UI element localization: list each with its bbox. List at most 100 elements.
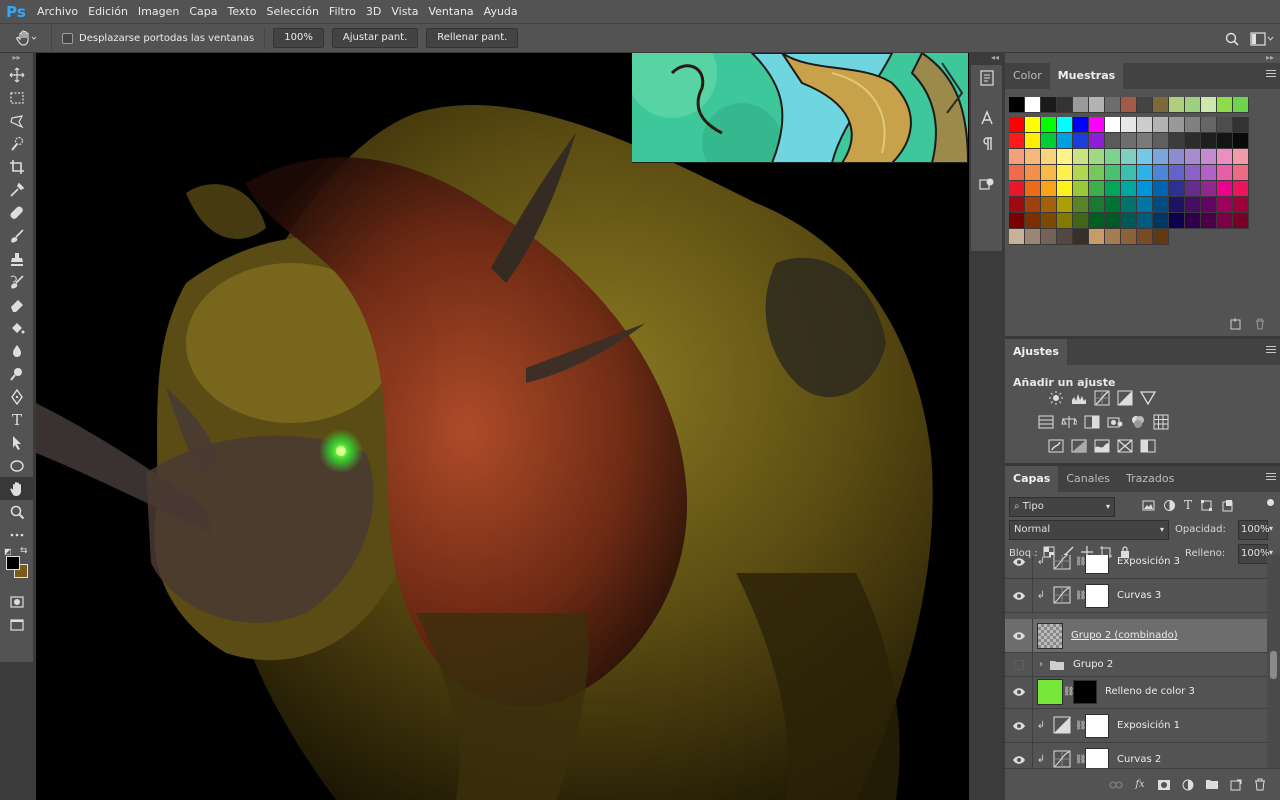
menu-archivo[interactable]: Archivo (32, 0, 83, 23)
posterize-icon[interactable] (1068, 437, 1089, 455)
zoom-100-button[interactable]: 100% (273, 28, 324, 48)
levels-icon[interactable] (1068, 389, 1089, 407)
color-swatch[interactable] (1057, 117, 1073, 133)
color-swatch[interactable] (1057, 165, 1073, 181)
color-swatch[interactable] (1041, 213, 1057, 229)
color-swatch[interactable] (1009, 197, 1025, 213)
filter-pixel-icon[interactable] (1142, 499, 1155, 512)
layer-mask[interactable] (1073, 679, 1097, 704)
crop-icon[interactable] (0, 155, 34, 178)
color-swatch[interactable] (1233, 117, 1249, 133)
trash-icon[interactable] (1254, 318, 1266, 330)
color-swatch[interactable] (1137, 133, 1153, 149)
color-swatch[interactable] (1153, 117, 1169, 133)
panel-menu-icon[interactable] (1266, 70, 1276, 80)
color-swatch[interactable] (1201, 133, 1217, 149)
color-swatch[interactable] (1073, 149, 1089, 165)
color-swatch[interactable] (1025, 133, 1041, 149)
color-swatch[interactable] (1009, 97, 1025, 113)
color-swatch[interactable] (1041, 149, 1057, 165)
color-swatch[interactable] (1153, 229, 1169, 245)
swap-colors-icon[interactable]: ⇆ (20, 546, 28, 556)
color-swatch[interactable] (1169, 165, 1185, 181)
color-swatch[interactable] (1137, 97, 1153, 113)
color-swatch[interactable] (1153, 213, 1169, 229)
color-swatch[interactable] (1153, 133, 1169, 149)
panel-menu-icon[interactable] (1266, 473, 1276, 483)
properties-panel-icon[interactable] (971, 171, 1002, 197)
marquee-icon[interactable] (0, 86, 34, 109)
color-swatch[interactable] (1169, 213, 1185, 229)
color-swatch[interactable] (1169, 181, 1185, 197)
color-swatch[interactable] (1185, 181, 1201, 197)
panel-menu-icon[interactable] (1266, 346, 1276, 356)
move-icon[interactable] (0, 63, 34, 86)
color-swatch[interactable] (1185, 165, 1201, 181)
paragraph-panel-icon[interactable] (971, 131, 1002, 157)
color-swatch[interactable] (1121, 197, 1137, 213)
folder-icon[interactable] (1200, 775, 1224, 795)
color-swatch[interactable] (1089, 149, 1105, 165)
color-swatch[interactable] (1025, 117, 1041, 133)
visibility-eye-icon[interactable] (1005, 674, 1033, 709)
history-brush-icon[interactable] (0, 270, 34, 293)
menu-capa[interactable]: Capa (184, 0, 222, 23)
search-icon[interactable] (1220, 27, 1244, 51)
brush-icon[interactable] (0, 224, 34, 247)
visibility-empty[interactable] (1005, 652, 1033, 677)
color-swatch[interactable] (1105, 133, 1121, 149)
default-colors-icon[interactable]: ◩ (4, 547, 12, 556)
color-swatch[interactable] (1137, 117, 1153, 133)
channel-mixer-icon[interactable] (1127, 413, 1148, 431)
color-swatch[interactable] (1025, 229, 1041, 245)
color-swatch[interactable] (1009, 165, 1025, 181)
type-icon[interactable]: T (0, 408, 34, 431)
panel-collapse-right-icon[interactable]: ▸▸ (1266, 53, 1274, 63)
color-swatch[interactable] (1233, 97, 1249, 113)
exposure-icon[interactable] (1114, 389, 1135, 407)
color-swatch[interactable] (1217, 133, 1233, 149)
visibility-eye-icon[interactable] (1005, 555, 1033, 579)
color-swatch[interactable] (1217, 181, 1233, 197)
color-swatch[interactable] (1153, 181, 1169, 197)
pen-icon[interactable] (0, 385, 34, 408)
color-swatch[interactable] (1057, 229, 1073, 245)
color-swatch[interactable] (1105, 229, 1121, 245)
color-swatch[interactable] (1089, 97, 1105, 113)
color-lookup-icon[interactable] (1150, 413, 1171, 431)
color-swatch[interactable] (1201, 165, 1217, 181)
layer-row[interactable]: ↲ ⛓ Exposición 3 (1005, 555, 1267, 579)
threshold-icon[interactable] (1091, 437, 1112, 455)
panel-collapse-icon[interactable]: ◂◂ (991, 53, 999, 62)
color-swatch[interactable] (1233, 197, 1249, 213)
layer-row[interactable]: ↲ ⛓ Curvas 3 (1005, 578, 1267, 613)
opacity-input[interactable]: 100% (1238, 520, 1270, 540)
menu-ventana[interactable]: Ventana (423, 0, 478, 23)
color-swatch[interactable] (1089, 213, 1105, 229)
color-swatch[interactable] (1217, 97, 1233, 113)
color-swatch[interactable] (1121, 213, 1137, 229)
more-tools-icon[interactable] (0, 523, 34, 546)
color-swatch[interactable] (1105, 165, 1121, 181)
color-swatch[interactable] (1041, 165, 1057, 181)
color-swatch[interactable] (1153, 149, 1169, 165)
color-swatch[interactable] (1009, 133, 1025, 149)
color-swatch[interactable] (1233, 149, 1249, 165)
menu-texto[interactable]: Texto (223, 0, 262, 23)
color-swatch[interactable] (1201, 117, 1217, 133)
tab-muestras[interactable]: Muestras (1049, 63, 1124, 89)
tab-canales[interactable]: Canales (1058, 466, 1118, 492)
color-swatch[interactable] (1009, 181, 1025, 197)
color-swatch[interactable] (1041, 229, 1057, 245)
zoom-icon[interactable] (0, 500, 34, 523)
layer-mask[interactable] (1085, 583, 1109, 608)
color-swatch[interactable] (1217, 197, 1233, 213)
lasso-icon[interactable] (0, 109, 34, 132)
trash-icon[interactable] (1248, 775, 1272, 795)
color-swatch[interactable] (1057, 197, 1073, 213)
color-swatch[interactable] (1233, 181, 1249, 197)
menu-filtro[interactable]: Filtro (324, 0, 361, 23)
color-swatch[interactable] (1073, 229, 1089, 245)
filter-toggle[interactable] (1267, 499, 1274, 506)
color-swatch[interactable] (1073, 197, 1089, 213)
